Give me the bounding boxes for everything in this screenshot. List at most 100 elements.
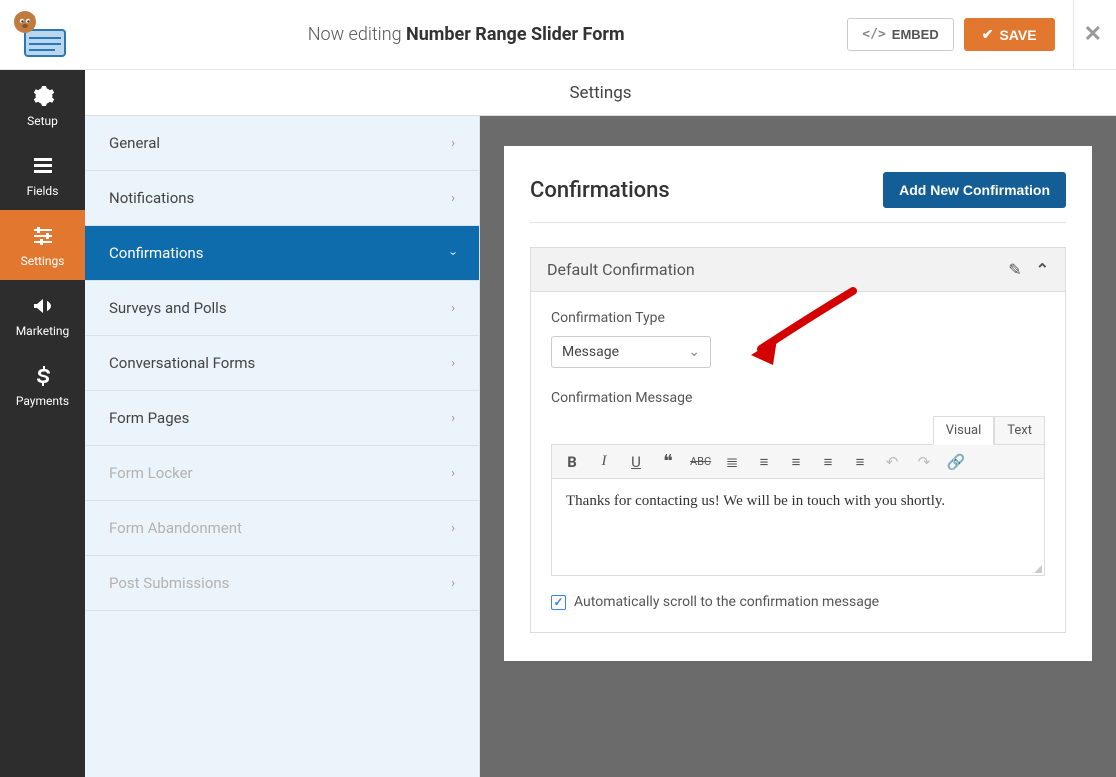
nav-label: Fields xyxy=(27,184,59,198)
autoscroll-label: Automatically scroll to the confirmation… xyxy=(574,594,879,610)
app-logo xyxy=(0,0,85,70)
chevron-right-icon: › xyxy=(451,191,455,206)
content-header: Settings xyxy=(85,70,1116,116)
sidebar-item-label: Conversational Forms xyxy=(109,354,255,372)
alignright-icon[interactable]: ≡ xyxy=(850,453,870,471)
editor-toolbar: B I U ❝ ABC ≣ ≡ ≡ ≡ ≡ xyxy=(552,445,1044,479)
nav-label: Setup xyxy=(27,114,58,128)
editor-tabs: Visual Text xyxy=(551,416,1045,445)
card-header[interactable]: Default Confirmation ✎ ⌃ xyxy=(531,248,1065,292)
editor-tab-visual[interactable]: Visual xyxy=(933,416,995,445)
sidebar-item-formlocker[interactable]: Form Locker › xyxy=(85,446,479,501)
chevron-right-icon: › xyxy=(451,356,455,371)
autoscroll-row[interactable]: ✓ Automatically scroll to the confirmati… xyxy=(551,594,1045,610)
link-icon[interactable]: 🔗 xyxy=(946,453,966,471)
sidebar-item-surveys[interactable]: Surveys and Polls › xyxy=(85,281,479,336)
sliders-icon xyxy=(31,224,55,248)
sidebar-item-confirmations[interactable]: Confirmations › xyxy=(85,226,479,281)
panel-head: Confirmations Add New Confirmation xyxy=(530,172,1066,223)
undo-icon[interactable]: ↶ xyxy=(882,453,902,471)
form-name: Number Range Slider Form xyxy=(406,24,625,45)
sidebar-item-notifications[interactable]: Notifications › xyxy=(85,171,479,226)
editor-content: Thanks for contacting us! We will be in … xyxy=(566,493,945,509)
nav-label: Settings xyxy=(21,254,65,268)
main: Setup Fields Settings Marketing Payments… xyxy=(0,70,1116,777)
bold-icon[interactable]: B xyxy=(562,453,582,471)
vertical-nav: Setup Fields Settings Marketing Payments xyxy=(0,70,85,777)
quote-icon[interactable]: ❝ xyxy=(658,451,678,472)
embed-button[interactable]: </> EMBED xyxy=(847,18,953,51)
nav-marketing[interactable]: Marketing xyxy=(0,280,85,350)
sidebar-item-label: General xyxy=(109,134,160,152)
underline-icon[interactable]: U xyxy=(626,453,646,471)
sidebar-item-label: Post Submissions xyxy=(109,574,229,592)
content: Settings General › Notifications › Confi… xyxy=(85,70,1116,777)
confirmation-message-label: Confirmation Message xyxy=(551,390,1045,406)
gear-icon xyxy=(31,84,55,108)
close-icon: ✕ xyxy=(1084,22,1102,47)
editor-tab-text[interactable]: Text xyxy=(994,416,1045,445)
confirmations-panel: Confirmations Add New Confirmation Defau… xyxy=(504,146,1092,661)
dollar-icon xyxy=(31,364,55,388)
embed-label: EMBED xyxy=(892,27,939,42)
page-title: Now editing Number Range Slider Form xyxy=(85,24,847,45)
sidebar-item-label: Form Locker xyxy=(109,464,193,482)
chevron-right-icon: › xyxy=(451,136,455,151)
confirmation-card: Default Confirmation ✎ ⌃ Confirmation Ty… xyxy=(530,247,1066,633)
editing-prefix: Now editing xyxy=(308,24,406,45)
sidebar-item-postsubmissions[interactable]: Post Submissions › xyxy=(85,556,479,611)
content-body: General › Notifications › Confirmations … xyxy=(85,116,1116,777)
confirmation-type-select[interactable]: Message ⌄ xyxy=(551,336,711,368)
edit-icon[interactable]: ✎ xyxy=(1008,260,1021,279)
chevron-right-icon: › xyxy=(451,301,455,316)
sidebar-item-label: Form Abandonment xyxy=(109,519,242,537)
aligncenter-icon[interactable]: ≡ xyxy=(818,453,838,471)
card-title: Default Confirmation xyxy=(547,260,695,279)
resize-handle[interactable] xyxy=(1034,565,1042,573)
nav-fields[interactable]: Fields xyxy=(0,140,85,210)
redo-icon[interactable]: ↷ xyxy=(914,453,934,471)
nav-settings[interactable]: Settings xyxy=(0,210,85,280)
save-label: SAVE xyxy=(999,27,1036,43)
nav-setup[interactable]: Setup xyxy=(0,70,85,140)
checkbox-checked-icon[interactable]: ✓ xyxy=(551,595,566,610)
preview-pane: Confirmations Add New Confirmation Defau… xyxy=(480,116,1116,777)
select-value: Message xyxy=(562,344,619,360)
settings-sidebar: General › Notifications › Confirmations … xyxy=(85,116,480,777)
collapse-icon[interactable]: ⌃ xyxy=(1036,260,1049,279)
topbar-actions: </> EMBED ✔ SAVE xyxy=(847,18,1072,51)
sidebar-item-general[interactable]: General › xyxy=(85,116,479,171)
chevron-down-icon: › xyxy=(446,251,461,255)
bullhorn-icon xyxy=(31,294,55,318)
add-confirmation-button[interactable]: Add New Confirmation xyxy=(883,172,1066,208)
sidebar-item-label: Surveys and Polls xyxy=(109,299,227,317)
confirmation-type-label: Confirmation Type xyxy=(551,310,1045,326)
chevron-right-icon: › xyxy=(451,576,455,591)
nav-payments[interactable]: Payments xyxy=(0,350,85,420)
card-body: Confirmation Type Message ⌄ Confirmation… xyxy=(531,292,1065,632)
sidebar-item-label: Confirmations xyxy=(109,244,203,262)
editor-textarea[interactable]: Thanks for contacting us! We will be in … xyxy=(552,479,1044,575)
card-actions: ✎ ⌃ xyxy=(1008,260,1049,279)
strikethrough-icon[interactable]: ABC xyxy=(690,455,710,468)
close-button[interactable]: ✕ xyxy=(1073,0,1116,70)
list-icon xyxy=(31,154,55,178)
topbar: Now editing Number Range Slider Form </>… xyxy=(0,0,1116,70)
nav-label: Payments xyxy=(16,394,69,408)
editor: B I U ❝ ABC ≣ ≡ ≡ ≡ ≡ xyxy=(551,444,1045,576)
save-button[interactable]: ✔ SAVE xyxy=(964,18,1055,51)
bulletlist-icon[interactable]: ≣ xyxy=(722,453,742,471)
check-icon: ✔ xyxy=(982,26,994,43)
chevron-down-icon: ⌄ xyxy=(688,344,700,360)
sidebar-item-conversational[interactable]: Conversational Forms › xyxy=(85,336,479,391)
code-icon: </> xyxy=(862,27,885,42)
chevron-right-icon: › xyxy=(451,411,455,426)
italic-icon[interactable]: I xyxy=(594,453,614,470)
numberlist-icon[interactable]: ≡ xyxy=(754,453,774,471)
sidebar-item-abandonment[interactable]: Form Abandonment › xyxy=(85,501,479,556)
alignleft-icon[interactable]: ≡ xyxy=(786,453,806,471)
sidebar-item-formpages[interactable]: Form Pages › xyxy=(85,391,479,446)
sidebar-item-label: Notifications xyxy=(109,189,194,207)
panel-title: Confirmations xyxy=(530,178,670,203)
chevron-right-icon: › xyxy=(451,521,455,536)
